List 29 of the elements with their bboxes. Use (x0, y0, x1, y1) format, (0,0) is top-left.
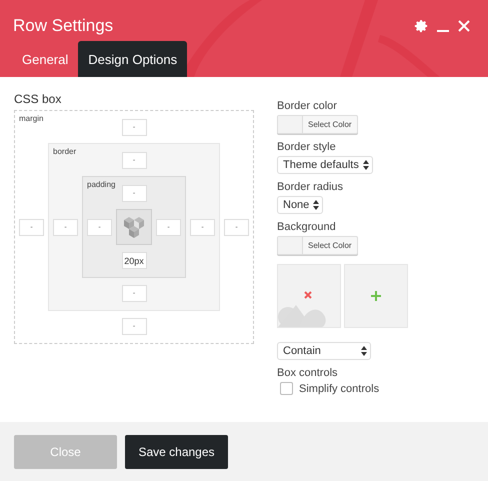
box-label: border (53, 147, 76, 156)
color-picker-button[interactable]: Select Color (277, 115, 358, 134)
input-field[interactable]: 20px (122, 252, 146, 269)
tab[interactable]: Design Options (78, 41, 188, 77)
select-dropdown[interactable]: None (277, 196, 324, 214)
box-label: padding (87, 180, 116, 189)
up-down-arrows-icon (313, 200, 320, 210)
tab[interactable]: General (12, 41, 78, 77)
color-picker-button[interactable]: Select Color (277, 236, 358, 255)
field-label: Border color (277, 100, 337, 112)
field-label: Border style (277, 141, 336, 153)
select-dropdown[interactable]: Theme defaults (277, 156, 373, 174)
cube-logo-icon (123, 215, 145, 239)
box-label: margin (19, 114, 44, 123)
field-label: Border radius (277, 181, 344, 193)
settings-icon[interactable] (414, 18, 428, 32)
up-down-arrows-icon (362, 160, 369, 170)
section-title: CSS box (14, 92, 62, 106)
select-dropdown[interactable]: Contain (277, 342, 371, 360)
field-label: Background (277, 221, 336, 233)
close-icon[interactable] (458, 20, 470, 32)
up-down-arrows-icon (361, 346, 367, 356)
footer-button[interactable]: Save changes (125, 434, 228, 468)
checkbox-label: Simplify controls (299, 382, 380, 394)
plus-icon (371, 291, 381, 301)
remove-icon[interactable] (304, 291, 312, 299)
field-label: Box controls (277, 367, 338, 379)
checkbox[interactable] (280, 382, 293, 395)
window-title: Row Settings (13, 16, 114, 36)
